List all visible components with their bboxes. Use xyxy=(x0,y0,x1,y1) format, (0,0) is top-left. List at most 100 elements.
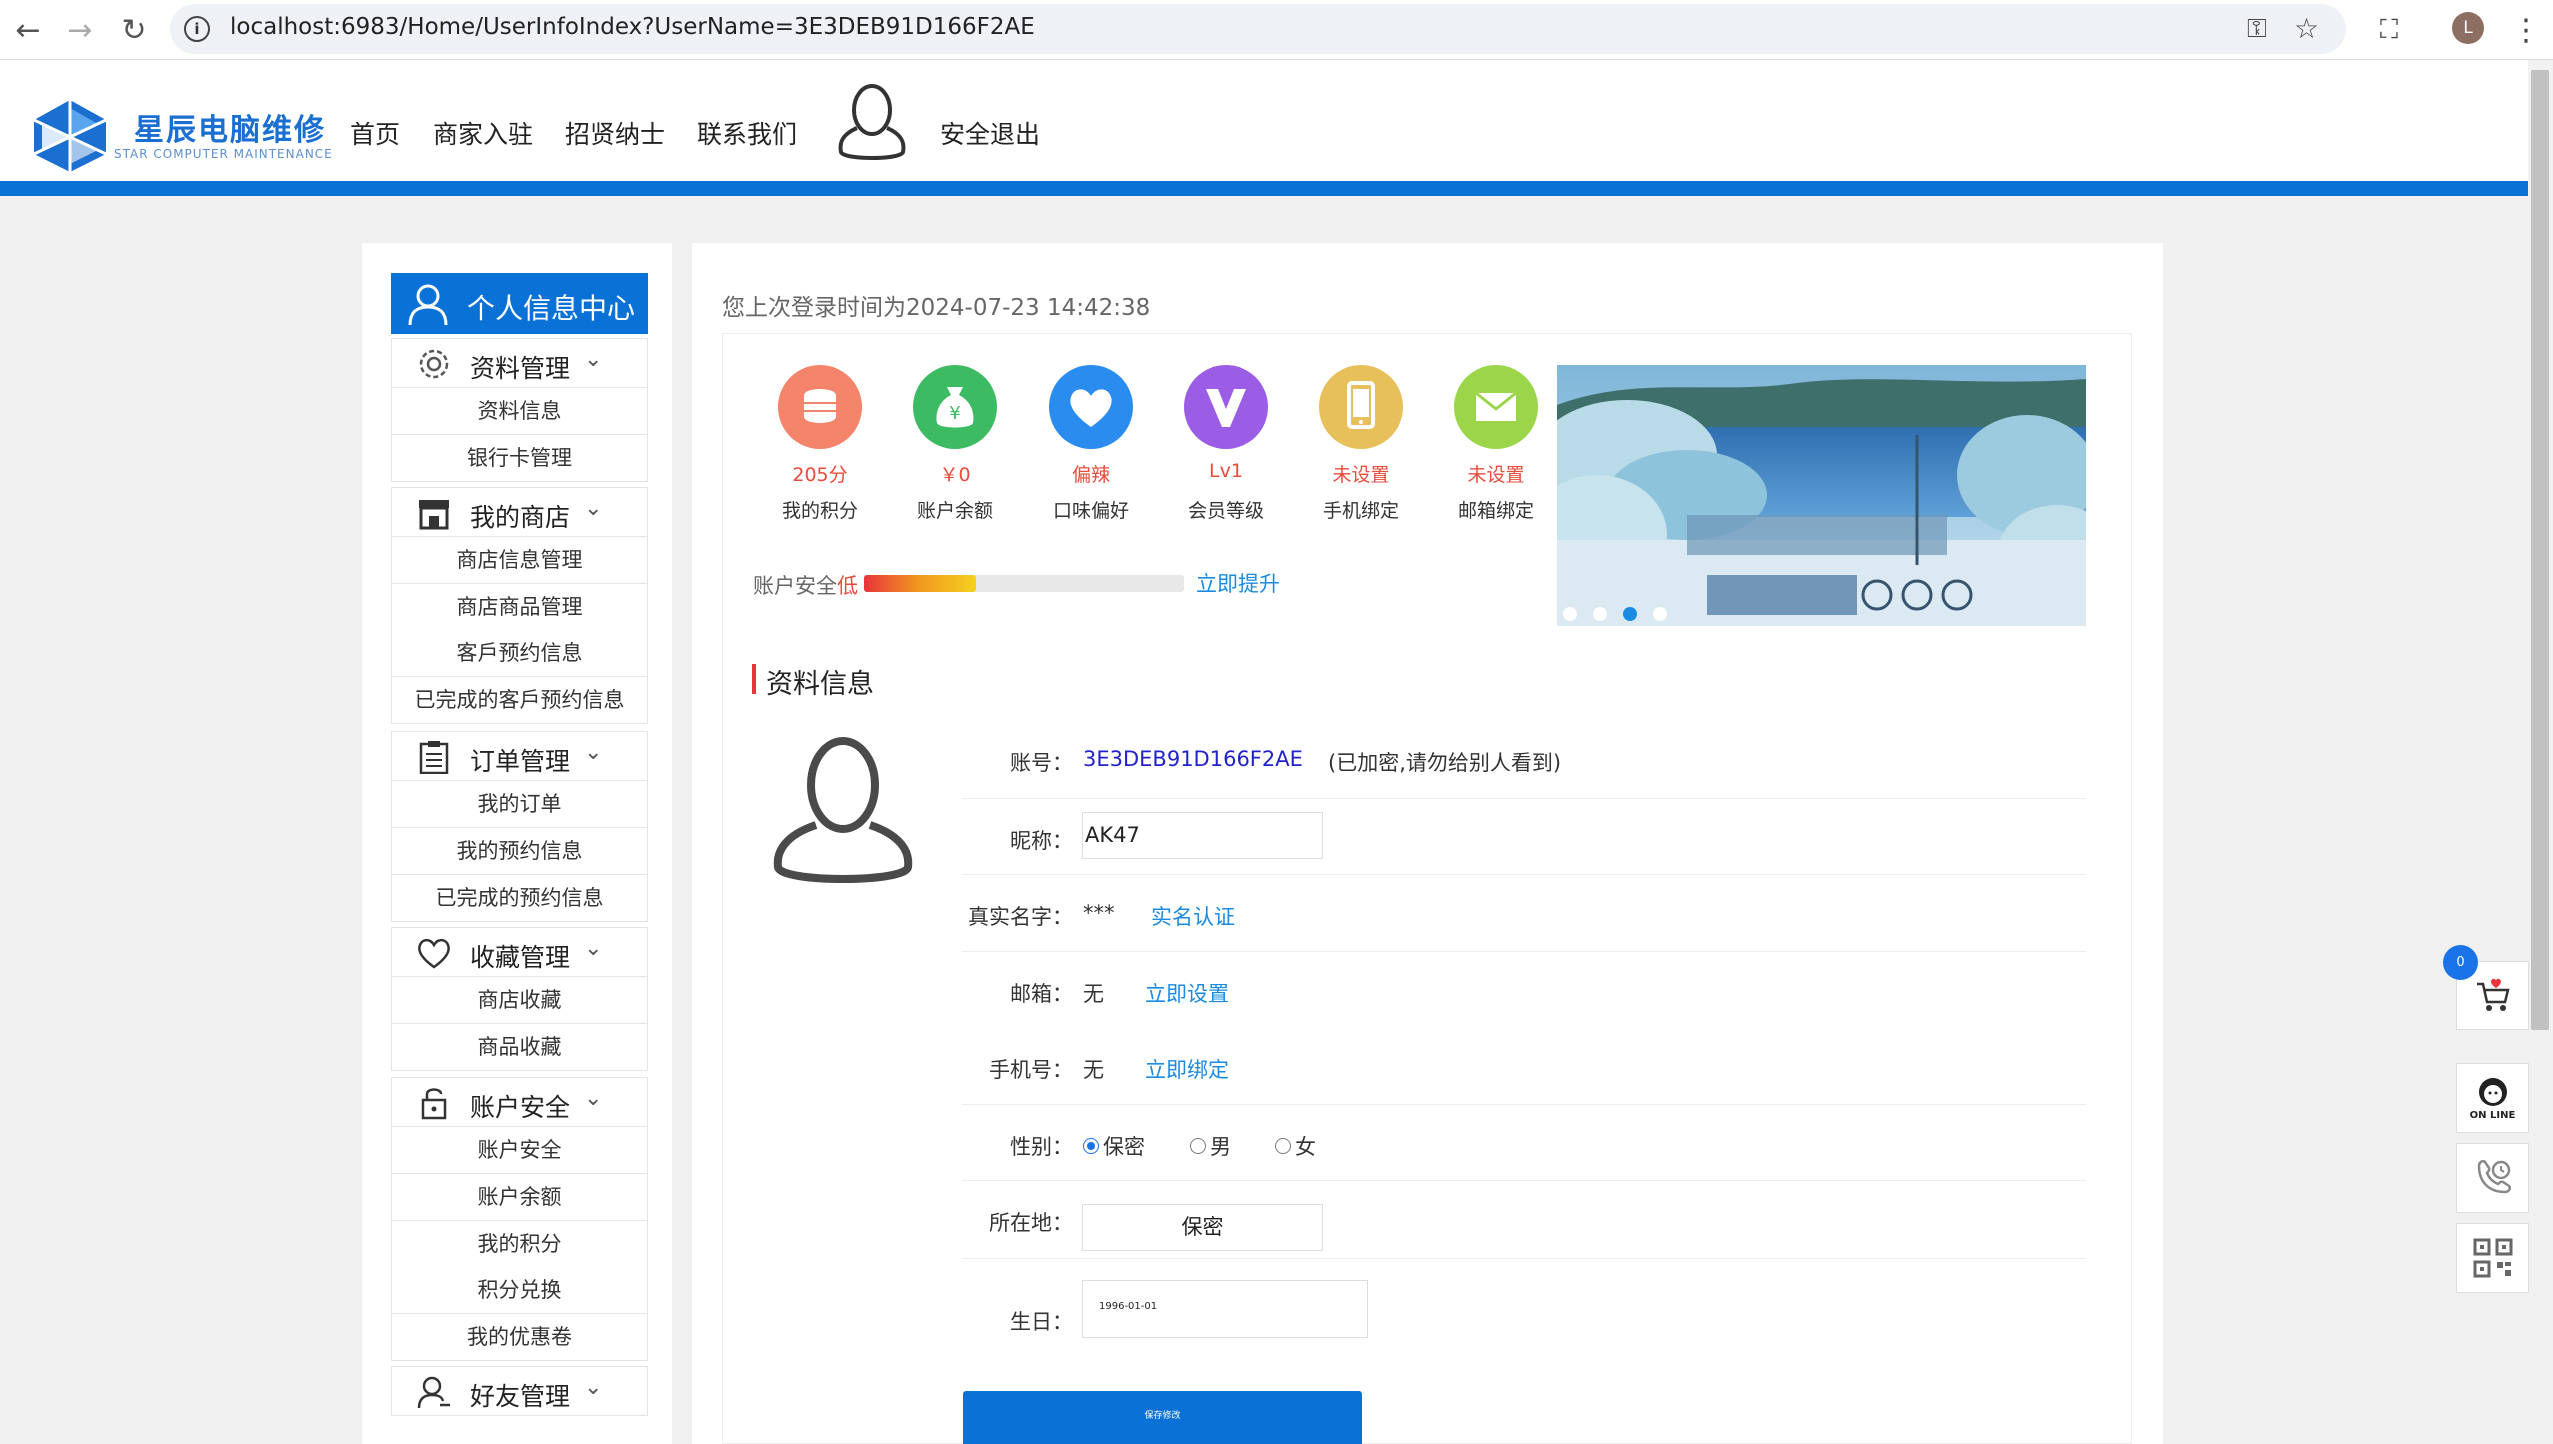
user-icon xyxy=(417,1376,450,1409)
nav-home[interactable]: 首页 xyxy=(350,115,400,151)
radio-unchecked[interactable] xyxy=(1190,1138,1206,1154)
carousel-dot[interactable] xyxy=(1593,607,1607,621)
url-text[interactable]: localhost:6983/Home/UserInfoIndex?UserNa… xyxy=(230,14,1035,40)
nav-contact[interactable]: 联系我们 xyxy=(697,115,797,151)
sidebar-item-points[interactable]: 我的积分 xyxy=(391,1221,648,1268)
section-label: 账户安全 xyxy=(470,1093,571,1122)
sidebar-item-profile-info[interactable]: 资料信息 xyxy=(391,388,648,435)
sidebar-item-my-orders[interactable]: 我的订单 xyxy=(391,781,648,828)
stat-phone-circle[interactable] xyxy=(1319,365,1403,449)
sidebar-item-store-info[interactable]: 商店信息管理 xyxy=(391,537,648,584)
floating-online-service[interactable]: ON LINE xyxy=(2456,1063,2529,1133)
verify-realname-link[interactable]: 实名认证 xyxy=(1151,901,1235,931)
star-icon[interactable]: ☆ xyxy=(2294,12,2319,45)
sidebar-item-my-bookings[interactable]: 我的预约信息 xyxy=(391,828,648,875)
sidebar-item-points-exchange[interactable]: 积分兑换 xyxy=(391,1267,648,1314)
mail-icon xyxy=(1475,391,1517,421)
image-carousel[interactable] xyxy=(1557,365,2086,626)
gender-option-male[interactable]: 男 xyxy=(1190,1131,1231,1161)
section-my-store[interactable]: 我的商店 ⌄ xyxy=(391,487,648,537)
birthday-value: 1996-01-01 xyxy=(1099,1301,1158,1312)
stat-mail-circle[interactable] xyxy=(1454,365,1538,449)
radio-checked[interactable] xyxy=(1083,1138,1099,1154)
scrollbar-thumb[interactable] xyxy=(2531,70,2549,1030)
sidebar-item-store-favorites[interactable]: 商店收藏 xyxy=(391,977,648,1024)
nav-merchant[interactable]: 商家入驻 xyxy=(433,115,533,151)
upgrade-security-link[interactable]: 立即提升 xyxy=(1196,568,1280,598)
location-value: 保密 xyxy=(1181,1215,1224,1239)
menu-icon[interactable]: ⋮ xyxy=(2506,10,2546,50)
profile-section-title: 资料信息 xyxy=(766,669,874,700)
stat-points-circle[interactable] xyxy=(778,365,862,449)
sidebar-item-store-goods[interactable]: 商店商品管理 xyxy=(391,584,648,631)
logout-link[interactable]: 安全退出 xyxy=(940,115,1040,151)
save-button[interactable]: 保存修改 xyxy=(963,1391,1362,1444)
sidebar-item-security[interactable]: 账户安全 xyxy=(391,1127,648,1174)
key-icon[interactable]: ⚿ xyxy=(2247,14,2267,45)
set-email-link[interactable]: 立即设置 xyxy=(1145,978,1229,1008)
phone-icon xyxy=(1347,381,1375,429)
section-orders[interactable]: 订单管理 ⌄ xyxy=(391,731,648,781)
stat-level-value: Lv1 xyxy=(1209,460,1243,482)
sidebar-item-completed-customer-bookings[interactable]: 已完成的客戶预约信息 xyxy=(391,677,648,724)
cart-count-badge: 0 xyxy=(2443,945,2478,980)
sidebar-item-bank-cards[interactable]: 银行卡管理 xyxy=(391,435,648,482)
nickname-value: AK47 xyxy=(1085,823,1140,847)
phone-value: 无 xyxy=(1083,1058,1104,1082)
section-label: 资料管理 xyxy=(470,354,571,383)
bind-phone-link[interactable]: 立即绑定 xyxy=(1145,1054,1229,1084)
stat-balance-circle[interactable]: ¥ xyxy=(913,365,997,449)
row-divider xyxy=(962,798,2086,799)
forward-icon[interactable]: → xyxy=(58,8,102,52)
gender-label: 性别： xyxy=(1010,1135,1073,1159)
nickname-input[interactable]: AK47 xyxy=(1082,812,1323,859)
sidebar-header[interactable]: 个人信息中心 xyxy=(391,273,648,334)
sidebar-item-customer-bookings[interactable]: 客戶预约信息 xyxy=(391,630,648,677)
last-login-text: 您上次登录时间为2024-07-23 14:42:38 xyxy=(722,295,1151,321)
profile-avatar[interactable]: L xyxy=(2452,12,2484,44)
extensions-icon[interactable]: ⛶ xyxy=(2369,10,2409,50)
chevron-down-icon: ⌄ xyxy=(584,1086,603,1111)
sidebar-item-completed-bookings[interactable]: 已完成的预约信息 xyxy=(391,875,648,922)
section-profile[interactable]: 资料管理 ⌄ xyxy=(391,338,648,388)
logo-icon[interactable] xyxy=(30,98,110,174)
birthday-input[interactable]: 1996-01-01 xyxy=(1082,1280,1368,1338)
svg-text:¥: ¥ xyxy=(949,403,960,424)
browser-toolbar: ← → ↻ i localhost:6983/Home/UserInfoInde… xyxy=(0,0,2553,60)
floating-qrcode[interactable] xyxy=(2456,1223,2529,1293)
info-icon[interactable]: i xyxy=(184,16,210,42)
realname-label: 真实名字： xyxy=(968,905,1073,929)
section-friends[interactable]: 好友管理 ⌄ xyxy=(391,1366,648,1416)
gender-option-secret[interactable]: 保密 xyxy=(1083,1131,1145,1161)
online-label: ON LINE xyxy=(2469,1109,2516,1121)
sidebar-item-balance[interactable]: 账户余额 xyxy=(391,1174,648,1221)
reload-icon[interactable]: ↻ xyxy=(112,8,156,52)
sidebar-item-goods-favorites[interactable]: 商品收藏 xyxy=(391,1024,648,1071)
user-avatar-icon[interactable] xyxy=(835,80,909,162)
moneybag-icon: ¥ xyxy=(936,387,974,428)
section-account-security[interactable]: 账户安全 ⌄ xyxy=(391,1077,648,1127)
back-icon[interactable]: ← xyxy=(6,8,50,52)
cart-heart-icon xyxy=(2476,978,2510,1011)
chevron-down-icon: ⌄ xyxy=(584,1375,603,1400)
stat-taste-circle[interactable] xyxy=(1049,365,1133,449)
nav-recruit[interactable]: 招贤纳士 xyxy=(565,115,665,151)
location-select[interactable]: 保密 xyxy=(1082,1204,1323,1251)
gender-option-female[interactable]: 女 xyxy=(1275,1131,1316,1161)
section-favorites[interactable]: 收藏管理 ⌄ xyxy=(391,927,648,977)
floating-phone[interactable] xyxy=(2456,1143,2529,1213)
row-divider xyxy=(962,1180,2086,1181)
location-label: 所在地： xyxy=(989,1211,1073,1235)
stat-phone-label: 手机绑定 xyxy=(1322,500,1399,522)
sidebar-item-coupons[interactable]: 我的优惠卷 xyxy=(391,1314,648,1361)
address-bar[interactable]: i localhost:6983/Home/UserInfoIndex?User… xyxy=(170,4,2346,54)
stat-level-circle[interactable] xyxy=(1184,365,1268,449)
radio-unchecked[interactable] xyxy=(1275,1138,1291,1154)
carousel-dot[interactable] xyxy=(1563,607,1577,621)
carousel-dot[interactable] xyxy=(1653,607,1667,621)
heart-icon xyxy=(1070,389,1112,427)
chevron-down-icon: ⌄ xyxy=(584,936,603,961)
logo-text[interactable]: 星辰电脑维修 xyxy=(134,105,326,149)
phone-clock-icon xyxy=(2477,1159,2511,1194)
carousel-dot-active[interactable] xyxy=(1623,607,1637,621)
